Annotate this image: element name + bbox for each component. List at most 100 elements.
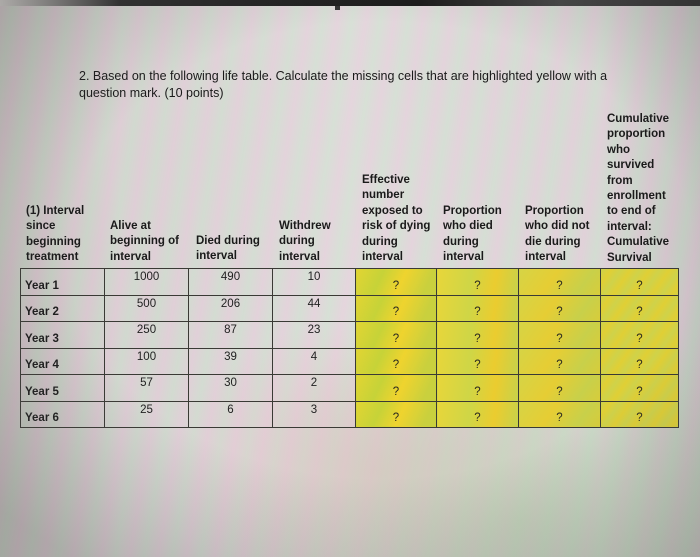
header-line: interval — [443, 251, 484, 264]
alive-cell: 500 — [104, 294, 189, 322]
header-line: survived — [607, 159, 655, 172]
effective-exposed-cell: ? — [355, 347, 437, 375]
proportion-died-cell: ? — [436, 294, 519, 322]
header-line: during — [362, 235, 398, 248]
header-line: treatment — [26, 251, 79, 264]
proportion-survived-cell: ? — [518, 268, 601, 296]
table-row: Year 3 250 87 23???? — [20, 321, 679, 349]
header-prop-survived: Proportion who did not die during interval — [525, 204, 590, 266]
header-line: interval: — [607, 220, 652, 233]
interval-cell: Year 4 — [20, 347, 105, 375]
header-withdrew: Withdrew during interval — [279, 219, 331, 265]
proportion-survived-cell: ? — [518, 294, 601, 322]
interval-cell: Year 5 — [20, 374, 105, 402]
header-line: Effective — [362, 174, 410, 186]
effective-exposed-cell: ? — [355, 374, 437, 402]
header-line: to end of — [607, 205, 656, 218]
header-line: since — [26, 220, 56, 233]
table-row: Year 4 100 39 4???? — [20, 347, 679, 375]
header-line: proportion — [607, 128, 666, 141]
interval-cell: Year 2 — [20, 294, 105, 322]
withdrew-cell: 23 — [272, 321, 356, 349]
question-text: 2. Based on the following life table. Ca… — [79, 69, 608, 100]
proportion-survived-cell: ? — [518, 321, 601, 349]
died-cell: 6 — [188, 400, 273, 428]
header-line: interval — [196, 250, 237, 263]
header-line: during — [279, 235, 315, 248]
died-cell: 30 — [188, 374, 273, 402]
header-interval: (1) Interval since beginning treatment — [26, 204, 84, 266]
header-line: Alive at — [110, 220, 151, 232]
header-line: Died during — [196, 235, 260, 247]
header-line: risk of dying — [362, 220, 431, 233]
interval-cell: Year 6 — [20, 400, 105, 428]
proportion-survived-cell: ? — [518, 347, 601, 375]
header-died: Died during interval — [196, 234, 260, 265]
alive-cell: 1000 — [104, 268, 189, 296]
withdrew-cell: 2 — [272, 374, 356, 402]
screen-top-bezel — [0, 0, 700, 6]
cumulative-survival-cell: ? — [600, 347, 679, 375]
header-effective: Effective number exposed to risk of dying du… — [362, 173, 430, 265]
withdrew-cell: 10 — [272, 268, 356, 296]
table-row: Year 5 57 30 2???? — [20, 374, 679, 402]
proportion-died-cell: ? — [436, 400, 519, 428]
died-cell: 206 — [188, 294, 273, 322]
proportion-died-cell: ? — [436, 321, 519, 349]
proportion-survived-cell: ? — [518, 400, 601, 428]
withdrew-cell: 44 — [272, 294, 356, 322]
header-prop-died: Proportion who died during interval — [443, 204, 502, 266]
effective-exposed-cell: ? — [355, 400, 437, 428]
header-line: Cumulative — [607, 113, 669, 125]
header-line: enrollment — [607, 190, 666, 203]
interval-cell: Year 3 — [20, 321, 105, 349]
table-row: Year 2 500 206 44???? — [20, 294, 679, 322]
withdrew-cell: 4 — [272, 347, 356, 375]
header-line: Proportion — [443, 205, 502, 217]
cumulative-survival-cell: ? — [600, 268, 679, 296]
proportion-died-cell: ? — [436, 374, 519, 402]
header-line: die during — [525, 235, 581, 248]
header-line: interval — [525, 251, 566, 264]
proportion-died-cell: ? — [436, 347, 519, 375]
interval-cell: Year 1 — [20, 268, 105, 296]
alive-cell: 100 — [104, 347, 189, 375]
header-line: Withdrew — [279, 220, 331, 232]
header-line: (1) Interval — [26, 205, 85, 217]
cumulative-survival-cell: ? — [600, 374, 679, 402]
header-line: interval — [110, 250, 151, 263]
header-line: beginning of — [110, 235, 179, 248]
header-line: from — [607, 174, 633, 187]
effective-exposed-cell: ? — [355, 294, 437, 322]
cumulative-survival-cell: ? — [600, 321, 679, 349]
header-line: number — [362, 189, 405, 202]
effective-exposed-cell: ? — [355, 268, 437, 296]
life-table: Year 1 1000 490 10???? Year 2 500 206 44???? Yea… — [20, 268, 679, 428]
header-line: beginning — [26, 235, 81, 248]
header-line: exposed to — [362, 204, 423, 217]
died-cell: 87 — [188, 321, 273, 349]
header-line: interval — [279, 250, 320, 263]
header-line: who died — [443, 220, 493, 233]
cumulative-survival-cell: ? — [600, 400, 679, 428]
header-alive: Alive at beginning of interval — [110, 219, 179, 265]
header-line: Cumulative — [607, 236, 669, 249]
header-line: Survival — [607, 251, 652, 264]
died-cell: 39 — [188, 347, 273, 375]
bezel-mark — [335, 6, 340, 10]
effective-exposed-cell: ? — [355, 321, 437, 349]
died-cell: 490 — [188, 268, 273, 296]
header-line: who did not — [525, 220, 590, 233]
alive-cell: 25 — [104, 400, 189, 428]
withdrew-cell: 3 — [272, 400, 356, 428]
proportion-survived-cell: ? — [518, 374, 601, 402]
table-row: Year 1 1000 490 10???? — [20, 268, 679, 296]
header-line: during — [443, 235, 479, 248]
header-line: interval — [362, 251, 403, 264]
table-row: Year 6 25 6 3???? — [20, 400, 679, 428]
header-line: Proportion — [525, 205, 584, 217]
alive-cell: 57 — [104, 374, 189, 402]
cumulative-survival-cell: ? — [600, 294, 679, 322]
header-line: who — [607, 143, 630, 156]
header-cumulative: Cumulative proportion who survived from enrol… — [607, 112, 669, 266]
